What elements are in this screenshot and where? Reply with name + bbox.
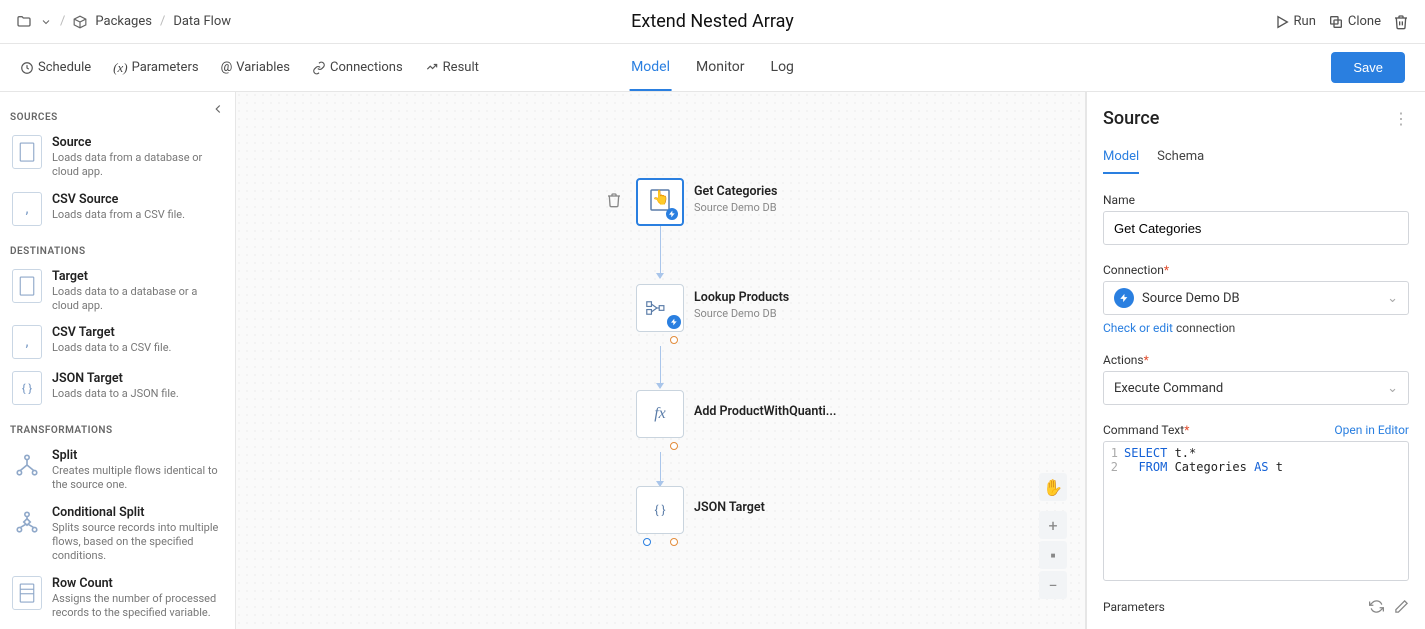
flow-node-json-target[interactable]: { } — [636, 486, 684, 534]
flow-node-source[interactable]: 👆 — [636, 178, 684, 226]
play-icon — [1274, 14, 1290, 30]
clock-icon — [20, 61, 34, 75]
zoom-in-button[interactable]: + — [1039, 511, 1067, 539]
connections-button[interactable]: Connections — [312, 60, 403, 76]
json-braces-icon: { } — [654, 503, 665, 517]
edit-pencil-icon[interactable] — [1394, 599, 1409, 614]
command-text-label: Command Text* — [1103, 423, 1189, 437]
collapse-left-panel-icon[interactable] — [211, 102, 225, 116]
folder-icon[interactable] — [16, 14, 32, 30]
delete-button[interactable] — [1393, 14, 1409, 30]
more-vert-icon[interactable]: ⋮ — [1393, 109, 1409, 128]
chevron-down-icon: ⌄ — [1387, 291, 1398, 306]
zoom-reset-button[interactable]: ■ — [1039, 541, 1067, 569]
package-icon — [73, 15, 87, 29]
schedule-button[interactable]: Schedule — [20, 60, 91, 76]
check-edit-link[interactable]: Check or edit — [1103, 321, 1173, 335]
trash-icon[interactable] — [606, 192, 622, 208]
palette-item-csv-source[interactable]: , CSV SourceLoads data from a CSV file. — [0, 186, 235, 232]
actions-label: Actions* — [1103, 353, 1409, 367]
center-tabs: Model Monitor Log — [629, 45, 796, 91]
result-button[interactable]: Result — [425, 60, 479, 76]
flow-node-lookup[interactable] — [636, 284, 684, 332]
palette-item-conditional-split[interactable]: Conditional SplitSplits source records i… — [0, 499, 235, 570]
variable-x-icon: (x) — [113, 60, 127, 76]
tab-model[interactable]: Model — [629, 45, 672, 91]
csv-file-icon: , — [12, 192, 42, 226]
open-in-editor-link[interactable]: Open in Editor — [1334, 423, 1409, 437]
cursor-pointer-icon: 👆 — [652, 190, 669, 206]
source-db-icon — [12, 135, 42, 169]
save-button[interactable]: Save — [1331, 52, 1405, 83]
pan-button[interactable]: ✋ — [1039, 473, 1067, 501]
palette-item-csv-target[interactable]: , CSV TargetLoads data to a CSV file. — [0, 319, 235, 365]
node-title: Add ProductWithQuanti... — [694, 404, 836, 419]
variables-button[interactable]: @ Variables — [221, 60, 290, 76]
link-icon — [312, 61, 326, 75]
minus-icon: − — [1048, 576, 1057, 595]
node-title: Lookup Products — [694, 290, 789, 305]
node-subtitle: Source Demo DB — [694, 307, 789, 320]
chevron-down-icon: ⌄ — [1387, 381, 1398, 396]
connection-label: Connection* — [1103, 263, 1409, 277]
split-icon — [12, 448, 42, 482]
breadcrumb-packages[interactable]: Packages — [95, 14, 152, 29]
db-badge-icon — [666, 208, 678, 220]
db-badge-icon — [1114, 288, 1134, 308]
node-title: Get Categories — [694, 184, 777, 199]
connection-select[interactable]: Source Demo DB ⌄ — [1103, 281, 1409, 315]
palette-item-target[interactable]: TargetLoads data to a database or a clou… — [0, 263, 235, 320]
zoom-out-button[interactable]: − — [1039, 571, 1067, 599]
inspector-panel: Source ⋮ Model Schema Name Connection* S… — [1085, 92, 1425, 629]
command-text-editor[interactable]: 1SELECT t.* 2 FROM Categories AS t — [1103, 441, 1409, 581]
page-title: Extend Nested Array — [631, 11, 794, 32]
inspector-title: Source — [1103, 108, 1159, 129]
palette-item-source[interactable]: SourceLoads data from a database or clou… — [0, 129, 235, 186]
plus-icon: + — [1048, 516, 1057, 535]
chevron-down-icon[interactable] — [40, 16, 52, 28]
target-db-icon — [12, 269, 42, 303]
name-input[interactable] — [1103, 211, 1409, 245]
csv-file-icon: , — [12, 325, 42, 359]
canvas-controls: ✋ + ■ − — [1039, 473, 1067, 599]
top-bar: / Packages / Data Flow Extend Nested Arr… — [0, 0, 1425, 44]
inspector-tab-model[interactable]: Model — [1103, 141, 1139, 174]
dot-icon: ■ — [1051, 551, 1056, 560]
flow-node-expression[interactable]: fx — [636, 390, 684, 438]
inspector-tab-schema[interactable]: Schema — [1157, 141, 1204, 174]
copy-icon — [1328, 14, 1344, 30]
breadcrumb: / Packages / Data Flow — [16, 14, 231, 30]
tab-monitor[interactable]: Monitor — [694, 45, 747, 91]
clone-button[interactable]: Clone — [1328, 14, 1381, 30]
result-icon — [425, 61, 439, 75]
db-badge-icon — [667, 315, 681, 329]
name-label: Name — [1103, 193, 1409, 207]
group-header-sources: SOURCES — [0, 98, 235, 129]
row-count-icon — [12, 576, 42, 610]
tab-log[interactable]: Log — [769, 45, 796, 91]
json-file-icon: { } — [12, 371, 42, 405]
sub-toolbar: Schedule (x) Parameters @ Variables Conn… — [0, 44, 1425, 92]
flow-canvas[interactable]: 👆 Get Categories Source Demo DB Lookup P… — [236, 92, 1085, 629]
breadcrumb-dataflow[interactable]: Data Flow — [173, 14, 231, 29]
actions-select[interactable]: Execute Command ⌄ — [1103, 371, 1409, 405]
group-header-transformations: TRANSFORMATIONS — [0, 411, 235, 442]
component-palette: SOURCES SourceLoads data from a database… — [0, 92, 236, 629]
fx-icon: fx — [654, 405, 666, 423]
palette-item-row-count[interactable]: Row CountAssigns the number of processed… — [0, 570, 235, 627]
parameters-label: Parameters — [1103, 600, 1165, 614]
at-icon: @ — [221, 60, 233, 75]
refresh-icon[interactable] — [1369, 599, 1384, 614]
hand-icon: ✋ — [1043, 478, 1063, 497]
conditional-split-icon — [12, 505, 42, 539]
node-subtitle: Source Demo DB — [694, 201, 777, 214]
run-button[interactable]: Run — [1274, 14, 1316, 30]
palette-item-json-target[interactable]: { } JSON TargetLoads data to a JSON file… — [0, 365, 235, 411]
node-title: JSON Target — [694, 500, 765, 515]
trash-icon — [1393, 14, 1409, 30]
palette-item-split[interactable]: SplitCreates multiple flows identical to… — [0, 442, 235, 499]
parameters-button[interactable]: (x) Parameters — [113, 60, 198, 76]
group-header-destinations: DESTINATIONS — [0, 232, 235, 263]
